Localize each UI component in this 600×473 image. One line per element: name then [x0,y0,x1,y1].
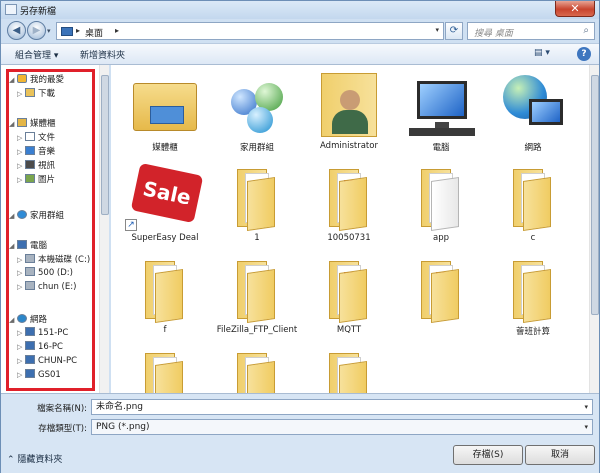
file-item-label: 網路 [524,143,542,153]
highlight-box [6,69,95,391]
view-options-icon[interactable]: ▤ ▾ [534,48,550,58]
window-title: 另存新檔 [20,7,57,17]
save-as-dialog: 另存新檔 ✕ ◀ ▶ ▾ ▸ 桌面 ▸ ▾ ⟳ 搜尋 桌面 ⌕ 組合管理 ▾ 新… [0,0,600,473]
chevron-up-icon: ⌃ [7,455,18,465]
library-folder-icon [133,83,197,131]
new-folder-button[interactable]: 新增資料夾 [80,48,125,61]
recent-locations-dropdown[interactable]: ▾ [47,27,51,35]
folder-icon [223,349,287,393]
save-button[interactable]: 存檔(S) [453,445,523,465]
desktop-icon [61,27,73,36]
file-item[interactable]: FileZilla_FTP_Client [211,253,303,343]
folder-icon [131,257,195,323]
cancel-button[interactable]: 取消 [525,445,595,465]
file-list-scrollbar[interactable] [589,65,599,393]
chevron-down-icon[interactable]: ▾ [584,400,588,414]
file-item-label: FileZilla_FTP_Client [216,325,298,335]
folder-icon [407,165,471,231]
file-item-label: f [163,325,167,335]
file-item-label: 媒體櫃 [152,143,178,153]
paint-icon [5,4,17,15]
filename-label: 檔案名稱(N): [37,404,87,414]
command-bar: 組合管理 ▾ 新增資料夾 ▤ ▾ ? [1,43,599,65]
scrollbar-thumb[interactable] [101,75,109,215]
file-item-label: 家用群組 [239,143,274,153]
filename-value[interactable]: 未命名.png [96,402,143,412]
breadcrumb-arrow-icon[interactable]: ▸ [115,26,119,35]
title-bar: 另存新檔 ✕ [1,1,599,19]
file-item[interactable]: MQTT [303,253,395,343]
folder-icon [315,257,379,323]
file-item-label: 薈班計算 [515,327,550,337]
file-item[interactable]: 10050731 [303,161,395,251]
file-item-label: 10050731 [327,233,371,243]
computer-icon [409,81,475,137]
file-item[interactable]: 薈班計算 [487,253,579,343]
file-type-value[interactable]: PNG (*.png) [96,422,150,432]
breadcrumb-arrow-icon[interactable]: ▸ [76,26,80,35]
file-item[interactable]: 媒體櫃 [119,69,211,159]
network-icon [499,73,567,137]
folder-icon [499,165,563,231]
file-item[interactable]: Administrator [303,69,395,159]
file-item[interactable]: f [119,253,211,343]
file-item-label: app [433,233,449,243]
folder-icon [223,257,287,323]
filename-field[interactable]: 未命名.png ▾ [91,399,593,415]
folder-icon [315,165,379,231]
file-item-label: MQTT [336,325,362,335]
chevron-down-icon[interactable]: ▾ [584,420,588,434]
file-item[interactable]: Sale ↗ SuperEasy Deal [119,161,211,251]
hide-folders-label[interactable]: 隱藏資料夾 [17,455,62,465]
hide-folders-button[interactable]: ⌃ 隱藏資料夾 [7,452,62,465]
forward-button[interactable]: ▶ [27,21,46,40]
homegroup-icon [225,79,289,137]
folder-icon [131,349,195,393]
sale-tag-icon: Sale [130,162,204,224]
file-type-select[interactable]: PNG (*.png) ▾ [91,419,593,435]
organize-button[interactable]: 組合管理 ▾ [15,48,58,61]
file-item[interactable]: app [395,161,487,251]
file-item[interactable]: 網路 [487,69,579,159]
user-folder-icon [321,73,377,137]
file-item[interactable] [119,345,211,393]
folder-icon [315,349,379,393]
folder-icon [223,165,287,231]
help-button[interactable]: ? [577,47,591,61]
breadcrumb-location[interactable]: 桌面 [85,26,103,39]
folder-icon [499,257,563,323]
save-options-panel: 檔案名稱(N): 未命名.png ▾ 存檔類型(T): PNG (*.png) … [1,393,599,473]
file-item[interactable] [211,345,303,393]
file-item[interactable]: c [487,161,579,251]
file-item[interactable]: 電腦 [395,69,487,159]
navigation-scrollbar[interactable] [99,65,109,393]
address-dropdown-icon[interactable]: ▾ [435,26,439,34]
file-item-label: Administrator [320,141,378,151]
search-placeholder: 搜尋 桌面 [474,29,513,39]
refresh-button[interactable]: ⟳ [445,22,463,40]
close-button[interactable]: ✕ [555,1,595,17]
file-item-label: SuperEasy Deal [131,233,199,243]
navigation-bar: ◀ ▶ ▾ ▸ 桌面 ▸ ▾ ⟳ 搜尋 桌面 ⌕ [1,19,599,43]
file-item-label: 1 [254,233,260,243]
file-item[interactable]: 家用群組 [211,69,303,159]
scrollbar-thumb[interactable] [591,75,599,315]
file-item[interactable] [395,253,487,343]
file-type-label: 存檔類型(T): [38,424,87,434]
shortcut-arrow-icon: ↗ [125,219,137,231]
file-item[interactable] [303,345,395,393]
file-item-label: 電腦 [432,143,450,153]
search-icon: ⌕ [583,25,589,36]
address-bar[interactable]: ▸ 桌面 ▸ ▾ [56,22,444,40]
folder-icon [407,257,471,323]
file-item[interactable]: 1 [211,161,303,251]
file-item-label: c [530,233,536,243]
file-list: 媒體櫃 家用群組 Administrator 電腦 網路 Sale ↗ SuperEasy D… [111,65,589,393]
back-button[interactable]: ◀ [7,21,26,40]
search-input[interactable]: 搜尋 桌面 ⌕ [467,22,595,40]
